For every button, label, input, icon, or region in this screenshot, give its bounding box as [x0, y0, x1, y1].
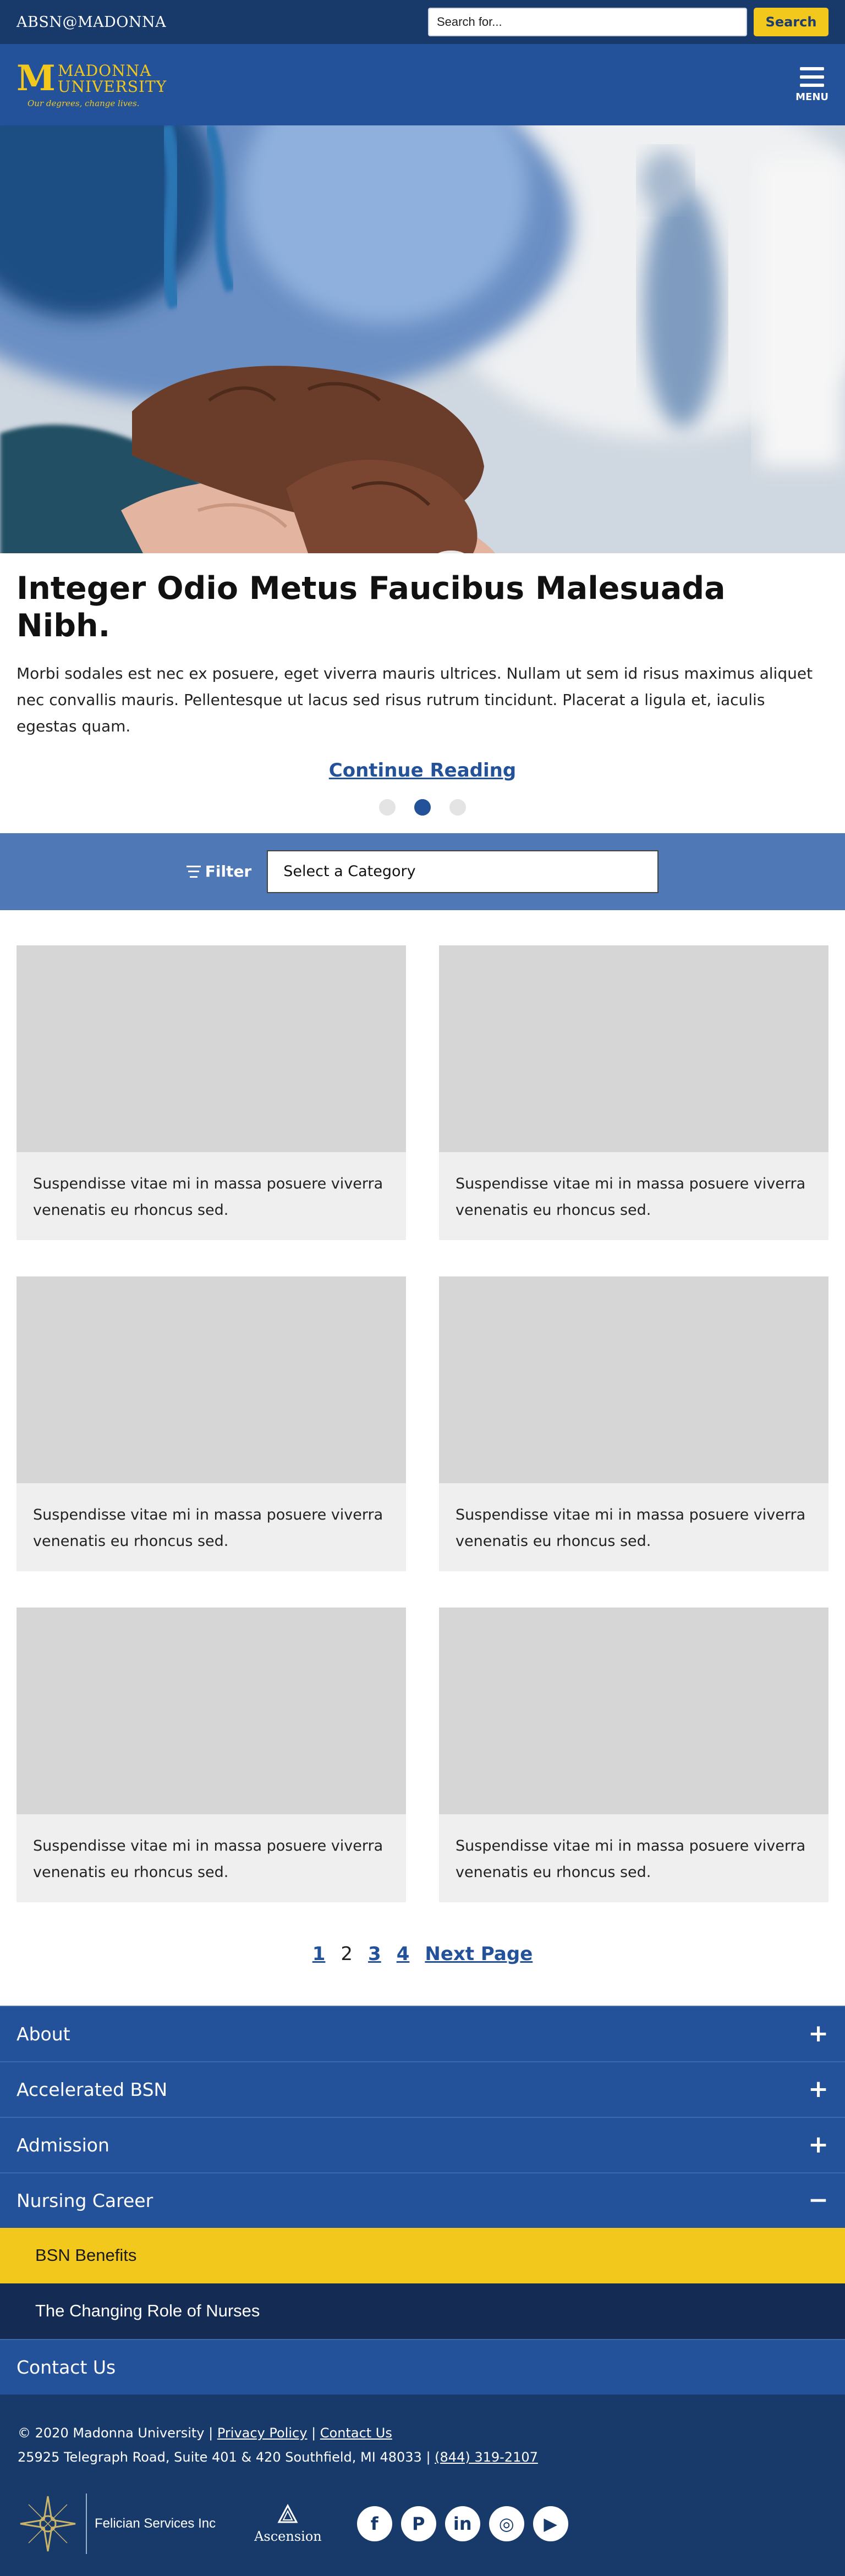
- card-image-placeholder: [17, 945, 406, 1152]
- card-text: Suspendisse vitae mi in massa posuere vi…: [439, 1483, 828, 1571]
- hamburger-icon: [800, 67, 825, 87]
- privacy-policy-link[interactable]: Privacy Policy: [217, 2425, 308, 2441]
- article-title: Integer Odio Metus Faucibus Malesuada Ni…: [17, 570, 726, 645]
- menu-label: MENU: [795, 91, 828, 103]
- page-current: 2: [341, 1942, 353, 1965]
- address-text: 25925 Telegraph Road, Suite 401 & 420 So…: [18, 2449, 431, 2465]
- footer-nav-accelerated-bsn[interactable]: Accelerated BSN +: [0, 2061, 845, 2117]
- card-image-placeholder: [439, 945, 828, 1152]
- article-card[interactable]: Suspendisse vitae mi in massa posuere vi…: [17, 945, 406, 1240]
- felician-cross-icon: [20, 2496, 76, 2552]
- article-card[interactable]: Suspendisse vitae mi in massa posuere vi…: [439, 1276, 828, 1571]
- ascension-logo[interactable]: Ascension: [254, 2503, 322, 2544]
- pagination: 1 2 3 4 Next Page: [0, 1943, 845, 2006]
- page-link-4[interactable]: 4: [397, 1943, 410, 1965]
- featured-article: Integer Odio Metus Faucibus Malesuada Ni…: [0, 553, 845, 833]
- menu-button[interactable]: MENU: [795, 67, 828, 103]
- plus-icon: +: [808, 2075, 828, 2104]
- next-page-link[interactable]: Next Page: [425, 1943, 533, 1965]
- felician-name: Felician Services Inc: [95, 2516, 216, 2531]
- card-text: Suspendisse vitae mi in massa posuere vi…: [17, 1814, 406, 1902]
- footer-subnav-changing-role[interactable]: The Changing Role of Nurses: [0, 2283, 845, 2339]
- search-input[interactable]: [428, 8, 747, 36]
- filter-label: Filter: [186, 862, 252, 881]
- footer-nav-nursing-career[interactable]: Nursing Career −: [0, 2172, 845, 2228]
- copyright-line: © 2020 Madonna University | Privacy Poli…: [18, 2421, 827, 2445]
- article-card[interactable]: Suspendisse vitae mi in massa posuere vi…: [17, 1607, 406, 1902]
- search-form: Search: [428, 8, 828, 36]
- footer-nav-label: About: [17, 2023, 70, 2045]
- instagram-icon[interactable]: ◎: [489, 2506, 524, 2541]
- page-link-3[interactable]: 3: [368, 1943, 381, 1965]
- main-header: M MADONNA UNIVERSITY Our degrees, change…: [0, 44, 845, 125]
- footer-subnav-label: BSN Benefits: [35, 2245, 137, 2265]
- minus-icon: −: [808, 2186, 828, 2215]
- linkedin-icon[interactable]: in: [445, 2506, 480, 2541]
- carousel-dots: [17, 799, 828, 833]
- social-links: f P in ◎ ▶: [356, 2506, 568, 2541]
- footer-bottom: © 2020 Madonna University | Privacy Poli…: [0, 2394, 845, 2576]
- footer-nav-label: Accelerated BSN: [17, 2078, 168, 2100]
- site-brand[interactable]: ABSN@MADONNA: [17, 14, 166, 31]
- plus-icon: +: [808, 2131, 828, 2159]
- separator: |: [311, 2425, 316, 2441]
- search-button[interactable]: Search: [754, 8, 828, 36]
- hero-image: [0, 125, 845, 553]
- footer-nav-label: Nursing Career: [17, 2189, 153, 2211]
- nurse-holding-hands-photo: [0, 125, 845, 553]
- page-link-1[interactable]: 1: [312, 1943, 326, 1965]
- top-bar: ABSN@MADONNA Search: [0, 0, 845, 44]
- address-line: 25925 Telegraph Road, Suite 401 & 420 So…: [18, 2445, 827, 2469]
- ascension-name: Ascension: [254, 2528, 322, 2544]
- footer-nav: About + Accelerated BSN + Admission + Nu…: [0, 2005, 845, 2395]
- continue-reading-link[interactable]: Continue Reading: [17, 759, 828, 781]
- footer-nav-label: Contact Us: [17, 2356, 116, 2378]
- plus-icon: +: [808, 2019, 828, 2048]
- facebook-icon[interactable]: f: [356, 2506, 392, 2541]
- article-card[interactable]: Suspendisse vitae mi in massa posuere vi…: [439, 1607, 828, 1902]
- filter-label-text: Filter: [205, 862, 252, 881]
- pinterest-icon[interactable]: P: [400, 2506, 436, 2541]
- felician-logo[interactable]: Felician Services Inc: [18, 2493, 216, 2554]
- card-image-placeholder: [439, 1607, 828, 1814]
- youtube-icon[interactable]: ▶: [533, 2506, 568, 2541]
- filter-bar: Filter Select a Category: [0, 833, 845, 910]
- card-text: Suspendisse vitae mi in massa posuere vi…: [439, 1152, 828, 1240]
- article-excerpt: Morbi sodales est nec ex posuere, eget v…: [17, 664, 813, 735]
- carousel-dot-1[interactable]: [379, 799, 396, 816]
- logo-name-line2: UNIVERSITY: [57, 78, 167, 96]
- copyright-text: © 2020 Madonna University |: [18, 2425, 213, 2441]
- footer-subnav-label: The Changing Role of Nurses: [35, 2301, 260, 2321]
- logo-mark: M: [17, 58, 56, 99]
- partner-logos: Felician Services Inc Ascension f P in ◎…: [18, 2493, 827, 2554]
- logo-name-line1: MADONNA: [57, 61, 152, 80]
- ascension-icon: [277, 2503, 298, 2523]
- card-text: Suspendisse vitae mi in massa posuere vi…: [17, 1483, 406, 1571]
- carousel-dot-3[interactable]: [449, 799, 466, 816]
- article-card[interactable]: Suspendisse vitae mi in massa posuere vi…: [17, 1276, 406, 1571]
- footer-nav-admission[interactable]: Admission +: [0, 2116, 845, 2172]
- carousel-dot-2[interactable]: [414, 799, 431, 816]
- card-text: Suspendisse vitae mi in massa posuere vi…: [439, 1814, 828, 1902]
- footer-nav-label: Admission: [17, 2134, 109, 2156]
- article-cards-grid: Suspendisse vitae mi in massa posuere vi…: [0, 910, 845, 1902]
- university-logo[interactable]: M MADONNA UNIVERSITY Our degrees, change…: [17, 58, 167, 109]
- filter-icon: [186, 865, 201, 878]
- phone-link[interactable]: (844) 319-2107: [435, 2450, 538, 2465]
- article-card[interactable]: Suspendisse vitae mi in massa posuere vi…: [439, 945, 828, 1240]
- card-image-placeholder: [17, 1607, 406, 1814]
- footer-contact-link[interactable]: Contact Us: [320, 2425, 392, 2441]
- card-text: Suspendisse vitae mi in massa posuere vi…: [17, 1152, 406, 1240]
- category-select[interactable]: Select a Category: [267, 850, 659, 893]
- logo-tagline: Our degrees, change lives.: [28, 98, 140, 108]
- footer-nav-contact-us[interactable]: Contact Us: [0, 2338, 845, 2395]
- card-image-placeholder: [17, 1276, 406, 1483]
- footer-subnav-bsn-benefits[interactable]: BSN Benefits: [0, 2227, 845, 2283]
- footer-nav-about[interactable]: About +: [0, 2005, 845, 2061]
- card-image-placeholder: [439, 1276, 828, 1483]
